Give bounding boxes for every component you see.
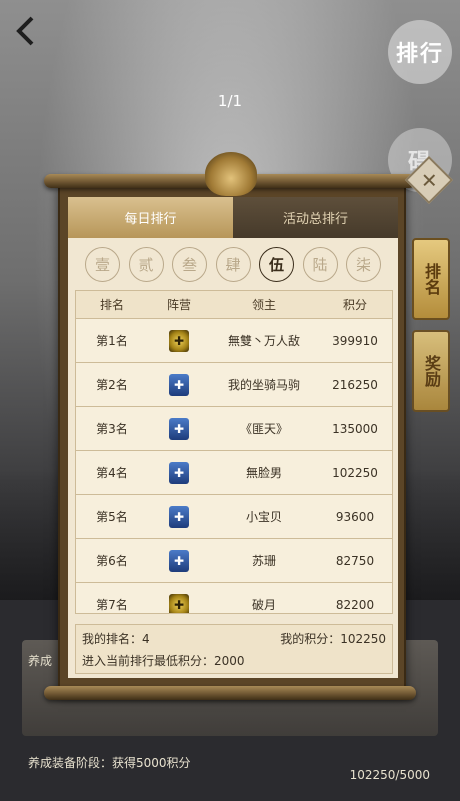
faction-emblem-icon: ✚ bbox=[169, 373, 189, 396]
faction-emblem-icon: ✚ bbox=[169, 505, 189, 528]
tab-event-total-ranking[interactable]: 活动总排行 bbox=[233, 197, 398, 238]
faction-emblem-icon: ✚ bbox=[169, 461, 189, 484]
table-row: 第6名 ✚ 苏珊 82750 bbox=[76, 539, 392, 583]
side-tab-rewards-label: 奖励 bbox=[422, 355, 441, 387]
row-rank: 第4名 bbox=[96, 466, 128, 480]
table-row: 第4名 ✚ 無脸男 102250 bbox=[76, 451, 392, 495]
row-lord-name: 小宝贝 bbox=[245, 510, 282, 524]
row-score: 216250 bbox=[332, 377, 378, 392]
row-rank: 第5名 bbox=[96, 510, 128, 524]
tier-tab-4[interactable]: 肆 bbox=[215, 247, 251, 282]
header-score: 积分 bbox=[342, 298, 367, 312]
row-faction: ✚ bbox=[148, 373, 210, 396]
rank-tier-tabs: 壹 贰 叁 肆 伍 陆 柒 bbox=[85, 247, 381, 282]
faction-emblem-icon: ✚ bbox=[169, 329, 189, 352]
row-faction: ✚ bbox=[148, 417, 210, 440]
row-score: 82750 bbox=[335, 553, 375, 568]
table-body[interactable]: 第1名 ✚ 無雙丶万人敌 399910 第2名 ✚ 我的坐骑马驹 216250 第3… bbox=[76, 319, 392, 613]
table-row: 第7名 ✚ 破月 82200 bbox=[76, 583, 392, 613]
close-icon: ✕ bbox=[420, 167, 438, 192]
back-arrow-icon[interactable] bbox=[10, 14, 44, 48]
row-faction: ✚ bbox=[148, 549, 210, 572]
tier-tab-7[interactable]: 柒 bbox=[346, 247, 381, 282]
side-tab-rewards[interactable]: 奖励 bbox=[412, 330, 450, 412]
header-lord: 领主 bbox=[251, 298, 276, 312]
my-score: 我的积分：102250 bbox=[280, 632, 386, 646]
bottom-label-1: 养成 bbox=[28, 654, 53, 668]
faction-emblem-icon: ✚ bbox=[169, 549, 189, 572]
table-header: 排名 阵营 领主 积分 bbox=[76, 291, 392, 319]
row-lord-name: 我的坐骑马驹 bbox=[227, 378, 300, 392]
my-rank: 我的排名：4 bbox=[82, 632, 150, 646]
page-indicator: 1/1 bbox=[217, 92, 243, 110]
row-rank: 第1名 bbox=[96, 334, 128, 348]
row-lord-name: 破月 bbox=[251, 598, 276, 612]
dragon-ornament-icon bbox=[205, 152, 257, 196]
row-faction: ✚ bbox=[148, 329, 210, 352]
faction-emblem-icon: ✚ bbox=[169, 593, 189, 613]
row-faction: ✚ bbox=[148, 593, 210, 613]
row-score: 93600 bbox=[335, 509, 375, 524]
tier-tab-5[interactable]: 伍 bbox=[259, 247, 294, 282]
tier-tab-1[interactable]: 壹 bbox=[85, 247, 120, 282]
row-rank: 第7名 bbox=[96, 598, 128, 612]
bottom-label-2: 养成装备阶段：获得5000积分 bbox=[28, 756, 191, 770]
row-lord-name: 無脸男 bbox=[245, 466, 282, 480]
row-rank: 第3名 bbox=[96, 422, 128, 436]
ranking-side-button[interactable]: 排行 bbox=[388, 20, 452, 84]
row-faction: ✚ bbox=[148, 505, 210, 528]
row-lord-name: 《匪天》 bbox=[239, 422, 288, 436]
scroll-bottom-rod bbox=[44, 686, 416, 700]
header-faction: 阵营 bbox=[166, 298, 191, 312]
header-rank: 排名 bbox=[99, 298, 124, 312]
row-lord-name: 苏珊 bbox=[251, 554, 276, 568]
row-score: 399910 bbox=[332, 333, 378, 348]
row-rank: 第2名 bbox=[96, 378, 128, 392]
side-tab-ranking[interactable]: 排名 bbox=[412, 238, 450, 320]
tab-daily-ranking[interactable]: 每日排行 bbox=[68, 197, 233, 238]
table-row: 第3名 ✚ 《匪天》 135000 bbox=[76, 407, 392, 451]
my-ranking-summary: 我的排名：4 我的积分：102250 进入当前排行最低积分：2000 bbox=[75, 624, 393, 674]
bottom-progress-2: 102250/5000 bbox=[349, 768, 430, 782]
row-score: 135000 bbox=[332, 421, 378, 436]
ranking-table: 排名 阵营 领主 积分 第1名 ✚ 無雙丶万人敌 399910 第2名 ✚ 我的坐… bbox=[75, 290, 393, 614]
min-score-requirement: 进入当前排行最低积分：2000 bbox=[82, 654, 245, 668]
table-row: 第5名 ✚ 小宝贝 93600 bbox=[76, 495, 392, 539]
table-row: 第2名 ✚ 我的坐骑马驹 216250 bbox=[76, 363, 392, 407]
row-rank: 第6名 bbox=[96, 554, 128, 568]
table-row: 第1名 ✚ 無雙丶万人敌 399910 bbox=[76, 319, 392, 363]
ranking-side-label: 排行 bbox=[395, 42, 444, 67]
tier-tab-6[interactable]: 陆 bbox=[302, 247, 338, 282]
row-score: 102250 bbox=[332, 465, 378, 480]
faction-emblem-icon: ✚ bbox=[169, 417, 189, 440]
side-tab-ranking-label: 排名 bbox=[422, 263, 441, 295]
row-score: 82200 bbox=[335, 597, 375, 612]
tier-tab-3[interactable]: 叁 bbox=[172, 247, 207, 282]
main-tabs: 每日排行 活动总排行 bbox=[68, 197, 398, 238]
tier-tab-2[interactable]: 贰 bbox=[128, 247, 164, 282]
row-faction: ✚ bbox=[148, 461, 210, 484]
row-lord-name: 無雙丶万人敌 bbox=[227, 334, 300, 348]
